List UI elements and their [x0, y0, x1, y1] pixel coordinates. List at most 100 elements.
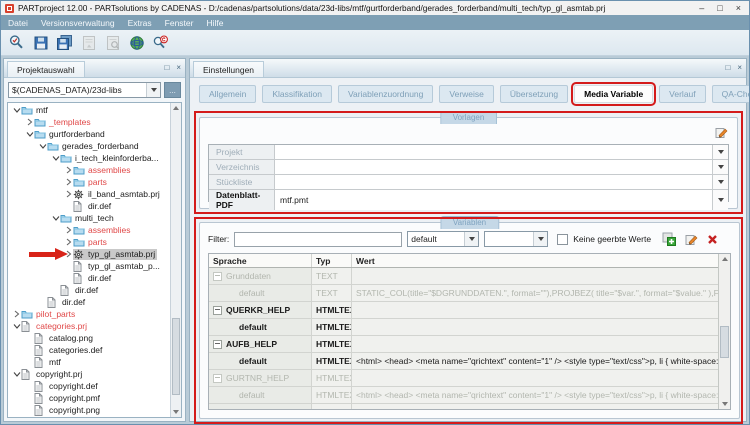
minimize-button[interactable]: –	[699, 3, 704, 13]
float-panel-button[interactable]: □	[164, 64, 169, 72]
menu-item-extras[interactable]: Extras	[128, 18, 152, 28]
variablen-row-default[interactable]: default HTMLTEXT<html> <head> <meta name=…	[209, 387, 719, 404]
globe-icon[interactable]	[127, 33, 146, 52]
tree-item-typ-gl-asmtab-prj[interactable]: typ_gl_asmtab.prj	[9, 248, 170, 260]
variablen-row-default[interactable]: default TEXT STATIC_COL(title="$DGRUNDDATE…	[209, 285, 719, 302]
tab-verlauf[interactable]: Verlauf	[659, 85, 706, 103]
tree-item-pilot-parts[interactable]: pilot_parts	[9, 308, 170, 320]
variable-combobox[interactable]	[484, 231, 549, 247]
chevron-down-icon[interactable]	[146, 83, 160, 97]
chevron-right-icon[interactable]	[64, 238, 73, 246]
tree-item-multi-tech[interactable]: multi_tech	[9, 212, 170, 224]
tree-item-dir-def[interactable]: dir.def	[9, 296, 170, 308]
variablen-row-aufb-help[interactable]: AUFB_HELP HTMLTEXT	[209, 336, 719, 353]
filter-input[interactable]	[234, 231, 403, 247]
collapse-minus-icon[interactable]	[213, 373, 222, 383]
variablen-row-gurtnr-help[interactable]: GURTNR_HELP HTMLTEXT	[209, 370, 719, 387]
vorlagen-row-value[interactable]	[275, 175, 712, 189]
column-header-typ[interactable]: Typ	[312, 254, 352, 267]
tab-variablenzuordnung[interactable]: Variablenzuordnung	[337, 85, 434, 103]
close-panel-button[interactable]: ×	[176, 64, 181, 72]
column-header-wert[interactable]: Wert	[352, 254, 719, 267]
save-icon[interactable]	[31, 33, 50, 52]
variablen-row-default[interactable]: default HTMLTEXT	[209, 319, 719, 336]
column-header-sprache[interactable]: Sprache	[209, 254, 312, 267]
delete-icon[interactable]	[707, 234, 718, 245]
maximize-button[interactable]: □	[717, 3, 722, 13]
tab-allgemein[interactable]: Allgemein	[199, 85, 257, 103]
chevron-down-icon[interactable]	[712, 145, 728, 159]
search-online-icon[interactable]	[151, 33, 170, 52]
tab-qa-check[interactable]: QA-Check	[711, 85, 749, 103]
save-all-icon[interactable]	[55, 33, 74, 52]
chevron-down-icon[interactable]	[533, 232, 548, 246]
tree-item-typ-gl-asmtab-p[interactable]: typ_gl_asmtab_p...	[9, 260, 170, 272]
chevron-right-icon[interactable]	[64, 178, 73, 186]
chevron-right-icon[interactable]	[64, 190, 73, 198]
chevron-down-icon[interactable]	[51, 215, 60, 222]
chevron-down-icon[interactable]	[12, 323, 21, 330]
chevron-down-icon[interactable]	[25, 131, 34, 138]
tree-item-i-tech-kleinforderba[interactable]: i_tech_kleinforderba...	[9, 152, 170, 164]
collapse-minus-icon[interactable]	[213, 339, 222, 349]
chevron-down-icon[interactable]	[51, 155, 60, 162]
keine-geerbte-werte-checkbox[interactable]	[557, 233, 569, 245]
vorlagen-row-value[interactable]	[275, 145, 712, 159]
tab-bersetzung[interactable]: Übersetzung	[499, 85, 569, 103]
tree-item-gurtforderband[interactable]: gurtforderband	[9, 128, 170, 140]
edit-pencil-icon[interactable]	[715, 126, 728, 139]
tab-verweise[interactable]: Verweise	[439, 85, 494, 103]
chevron-down-icon[interactable]	[464, 232, 479, 246]
tree-item-assemblies[interactable]: assemblies	[9, 224, 170, 236]
tab-klassifikation[interactable]: Klassifikation	[262, 85, 332, 103]
scrollbar-thumb[interactable]	[720, 326, 729, 358]
tree-scrollbar[interactable]	[170, 103, 181, 417]
variablen-row-grunddaten[interactable]: Grunddaten TEXT	[209, 268, 719, 285]
variablen-row-querkr-help[interactable]: QUERKR_HELP HTMLTEXT	[209, 302, 719, 319]
tree-item-categories-def[interactable]: categories.def	[9, 344, 170, 356]
tree-item-assemblies[interactable]: assemblies	[9, 164, 170, 176]
float-panel-button[interactable]: □	[725, 64, 730, 72]
variablen-row-empty[interactable]	[209, 404, 719, 409]
search-project-icon[interactable]	[7, 33, 26, 52]
edit-pencil-icon[interactable]	[685, 233, 698, 246]
tree-item-copyright-def[interactable]: copyright.def	[9, 380, 170, 392]
tree-item-il-band-asmtab-prj[interactable]: il_band_asmtab.prj	[9, 188, 170, 200]
table-scrollbar[interactable]	[718, 254, 730, 409]
chevron-right-icon[interactable]	[64, 250, 73, 258]
menu-item-hilfe[interactable]: Hilfe	[206, 18, 223, 28]
tree-item-mtf[interactable]: mtf	[9, 104, 170, 116]
scroll-down-icon[interactable]	[171, 407, 181, 417]
scroll-up-icon[interactable]	[719, 254, 730, 264]
tab-media-variable[interactable]: Media Variable	[571, 82, 657, 106]
close-panel-button[interactable]: ×	[737, 64, 742, 72]
tree-item-catalog-png[interactable]: catalog.png	[9, 332, 170, 344]
tree-item-parts[interactable]: parts	[9, 176, 170, 188]
tree-item-copyright-pmf[interactable]: copyright.pmf	[9, 392, 170, 404]
menu-item-versionsverwaltung[interactable]: Versionsverwaltung	[41, 18, 115, 28]
menu-item-datei[interactable]: Datei	[8, 18, 28, 28]
collapse-minus-icon[interactable]	[213, 305, 222, 315]
chevron-down-icon[interactable]	[712, 160, 728, 174]
chevron-down-icon[interactable]	[712, 190, 728, 210]
close-button[interactable]: ×	[736, 3, 741, 13]
tree-item-mtf[interactable]: mtf	[9, 356, 170, 368]
tree-item-templates[interactable]: _templates	[9, 116, 170, 128]
tree-item-categories-prj[interactable]: categories.prj	[9, 320, 170, 332]
tree-item-copyright-prj[interactable]: copyright.prj	[9, 368, 170, 380]
tree-item-gerades-forderband[interactable]: gerades_forderband	[9, 140, 170, 152]
menu-item-fenster[interactable]: Fenster	[165, 18, 194, 28]
chevron-right-icon[interactable]	[25, 118, 34, 126]
browse-button[interactable]: ...	[164, 82, 181, 98]
chevron-right-icon[interactable]	[12, 310, 21, 318]
tree-item-dir-def[interactable]: dir.def	[9, 284, 170, 296]
tree-item-dir-def[interactable]: dir.def	[9, 272, 170, 284]
path-combobox[interactable]: $(CADENAS_DATA)/23d-libs	[8, 82, 161, 98]
add-icon[interactable]	[662, 232, 677, 246]
scroll-up-icon[interactable]	[171, 103, 181, 113]
scroll-down-icon[interactable]	[719, 399, 730, 409]
vorlagen-row-value[interactable]: mtf.pmt	[275, 190, 712, 210]
chevron-down-icon[interactable]	[38, 143, 47, 150]
chevron-down-icon[interactable]	[12, 107, 21, 114]
chevron-right-icon[interactable]	[64, 166, 73, 174]
